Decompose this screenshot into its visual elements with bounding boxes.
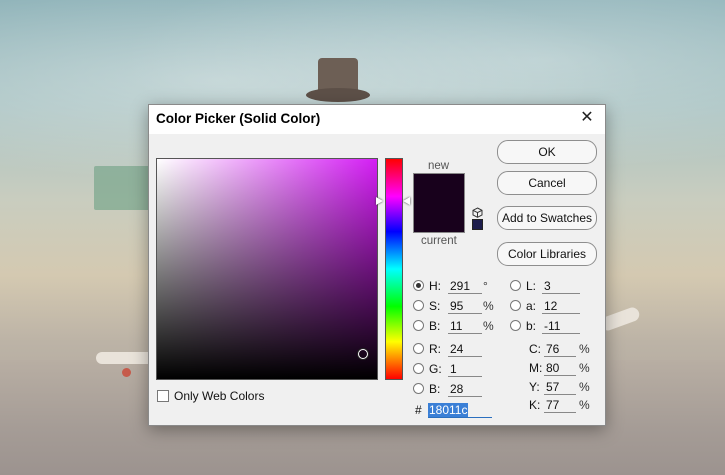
b-label: B:	[429, 319, 441, 333]
color-picker-dialog: Color Picker (Solid Color) ✕ new current…	[148, 104, 606, 426]
c-unit: %	[579, 342, 590, 356]
c-input[interactable]: 76	[544, 342, 576, 357]
hex-label: #	[415, 403, 422, 417]
lab-b-input[interactable]: -11	[542, 319, 580, 334]
lab-b-label: b:	[526, 319, 537, 333]
g-label: G:	[429, 362, 442, 376]
hex-value: 18011c	[428, 403, 469, 417]
hue-slider-right-arrow-icon[interactable]	[403, 197, 410, 205]
current-color-label: current	[421, 235, 457, 247]
hue-slider-left-arrow-icon[interactable]	[376, 197, 383, 205]
m-unit: %	[579, 361, 590, 375]
r-input[interactable]: 24	[448, 342, 482, 357]
saturation-brightness-field[interactable]	[156, 158, 378, 380]
new-color-label: new	[428, 160, 450, 172]
l-input[interactable]: 3	[542, 279, 580, 294]
hat-shape	[318, 58, 358, 92]
h-unit: °	[483, 279, 488, 293]
radio-l[interactable]	[510, 280, 521, 291]
radio-a[interactable]	[510, 300, 521, 311]
b-unit: %	[483, 319, 494, 333]
k-input[interactable]: 77	[544, 398, 576, 413]
radio-s[interactable]	[413, 300, 424, 311]
s-unit: %	[483, 299, 494, 313]
only-web-colors-checkbox[interactable]	[157, 390, 169, 402]
new-color-swatch	[413, 173, 465, 204]
add-to-swatches-button[interactable]: Add to Swatches	[497, 206, 597, 230]
blue-label: B:	[429, 382, 441, 396]
s-label: S:	[429, 299, 441, 313]
wheel	[122, 368, 131, 377]
s-input[interactable]: 95	[448, 299, 482, 314]
skateboard-left	[96, 352, 156, 364]
color-libraries-button[interactable]: Color Libraries	[497, 242, 597, 266]
radio-lab-b[interactable]	[510, 320, 521, 331]
h-input[interactable]: 291	[448, 279, 482, 294]
c-label: C:	[529, 342, 541, 356]
cancel-button[interactable]: Cancel	[497, 171, 597, 195]
radio-blue[interactable]	[413, 383, 424, 394]
road-sign-shape	[94, 166, 150, 210]
radio-b[interactable]	[413, 320, 424, 331]
radio-g[interactable]	[413, 363, 424, 374]
h-label: H:	[429, 279, 441, 293]
title-bar: Color Picker (Solid Color) ✕	[149, 105, 605, 134]
k-label: K:	[529, 398, 541, 412]
blue-input[interactable]: 28	[448, 382, 482, 397]
close-icon[interactable]: ✕	[577, 108, 597, 128]
ok-button[interactable]: OK	[497, 140, 597, 164]
b-input[interactable]: 11	[448, 319, 482, 334]
hat-brim-shape	[306, 88, 370, 102]
a-input[interactable]: 12	[542, 299, 580, 314]
y-input[interactable]: 57	[544, 380, 576, 395]
only-web-colors-label: Only Web Colors	[174, 389, 265, 403]
hue-slider[interactable]	[385, 158, 403, 380]
g-input[interactable]: 1	[448, 362, 482, 377]
radio-h[interactable]	[413, 280, 424, 291]
radio-r[interactable]	[413, 343, 424, 354]
color-marker[interactable]	[358, 349, 368, 359]
m-input[interactable]: 80	[544, 361, 576, 376]
websafe-swatch[interactable]	[472, 219, 483, 230]
dialog-title: Color Picker (Solid Color)	[156, 111, 321, 126]
y-unit: %	[579, 380, 590, 394]
m-label: M:	[529, 361, 543, 375]
a-label: a:	[526, 299, 537, 313]
hex-input[interactable]: 18011c	[428, 403, 492, 418]
l-label: L:	[526, 279, 537, 293]
y-label: Y:	[529, 380, 540, 394]
k-unit: %	[579, 398, 590, 412]
r-label: R:	[429, 342, 441, 356]
current-color-swatch[interactable]	[413, 203, 465, 233]
